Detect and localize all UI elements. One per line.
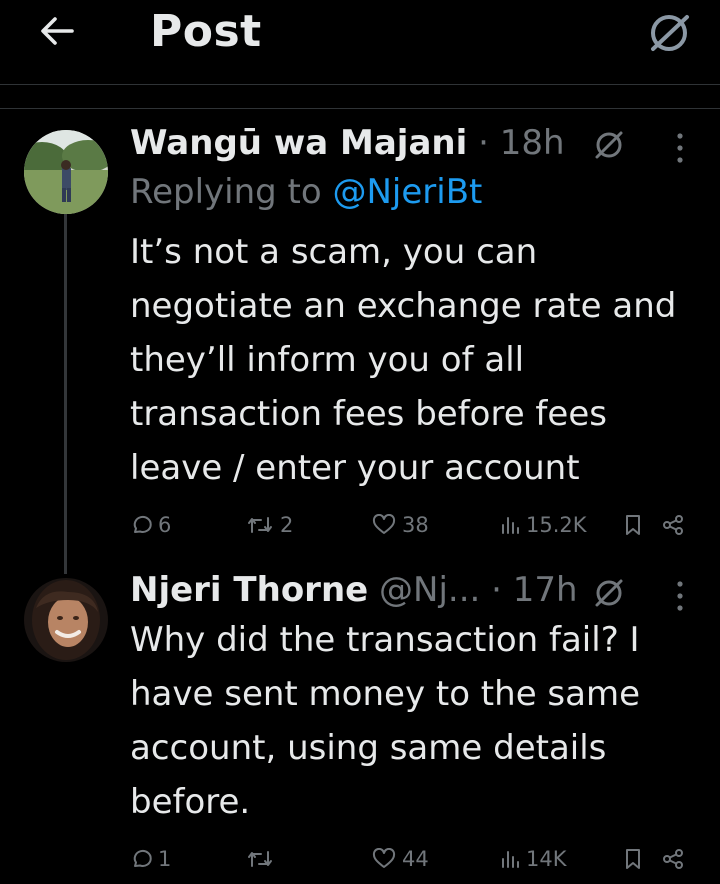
timestamp[interactable]: 17h [513, 570, 578, 610]
share-button[interactable] [662, 842, 684, 876]
like-count: 38 [402, 513, 429, 537]
post-text: Why did the transaction fail? I have sen… [130, 620, 640, 822]
back-button[interactable] [36, 10, 80, 54]
post-header: Wangū wa Majani · 18h [130, 121, 565, 165]
author-name[interactable]: Wangū wa Majani [130, 123, 467, 163]
like-button[interactable]: 44 [372, 842, 429, 876]
views-icon [502, 851, 519, 868]
post-text: It’s not a scam, you can negotiate an ex… [130, 232, 677, 488]
bookmark-button[interactable] [624, 842, 642, 876]
author-name[interactable]: Njeri Thorne [130, 570, 368, 610]
separator-dot: · [478, 123, 489, 163]
reply-button[interactable]: 1 [130, 842, 171, 876]
action-bar: 6 2 38 15.2K [130, 508, 690, 542]
avatar[interactable] [24, 130, 108, 214]
grok-icon [651, 15, 689, 51]
share-button[interactable] [662, 508, 684, 542]
bookmark-icon [626, 849, 640, 869]
timestamp[interactable]: 18h [500, 123, 565, 163]
avatar[interactable] [24, 578, 108, 662]
like-icon [372, 848, 396, 868]
reply-icon [133, 849, 152, 867]
views-count: 14K [526, 847, 567, 871]
share-icon [663, 515, 683, 535]
views-icon [502, 517, 519, 534]
page-title: Post [150, 6, 262, 57]
repost-button[interactable] [246, 842, 280, 876]
share-icon [663, 849, 683, 869]
grok-icon[interactable] [592, 128, 626, 162]
more-icon[interactable] [674, 578, 686, 614]
grok-button[interactable] [646, 10, 692, 56]
repost-icon [248, 851, 272, 867]
separator-dot: · [491, 570, 502, 610]
reply-count: 1 [158, 847, 172, 871]
action-bar: 1 44 14K [130, 842, 690, 876]
section-divider [0, 108, 720, 109]
mention-link[interactable]: @NjeriBt [333, 172, 483, 212]
like-button[interactable]: 38 [372, 508, 429, 542]
repost-count: 2 [280, 513, 294, 537]
replying-to-label: Replying to [130, 172, 322, 212]
views-button[interactable]: 15.2K [500, 508, 587, 542]
reply-count: 6 [158, 513, 172, 537]
grok-icon[interactable] [592, 576, 626, 610]
replying-to: Replying to @NjeriBt [130, 172, 482, 212]
bookmark-icon [626, 515, 640, 535]
back-arrow-icon [41, 17, 74, 45]
thread-line [64, 214, 67, 574]
bookmark-button[interactable] [624, 508, 642, 542]
views-count: 15.2K [526, 513, 587, 537]
like-icon [372, 514, 396, 534]
more-icon[interactable] [674, 130, 686, 166]
post-header: Njeri Thorne @Nj... · 17h [130, 568, 578, 612]
header-divider [0, 84, 720, 85]
repost-button[interactable]: 2 [246, 508, 293, 542]
author-handle[interactable]: @Nj... [379, 570, 480, 610]
views-button[interactable]: 14K [500, 842, 567, 876]
reply-icon [133, 515, 152, 533]
reply-button[interactable]: 6 [130, 508, 171, 542]
top-bar: Post [0, 0, 720, 84]
repost-icon [248, 517, 272, 533]
like-count: 44 [402, 847, 429, 871]
